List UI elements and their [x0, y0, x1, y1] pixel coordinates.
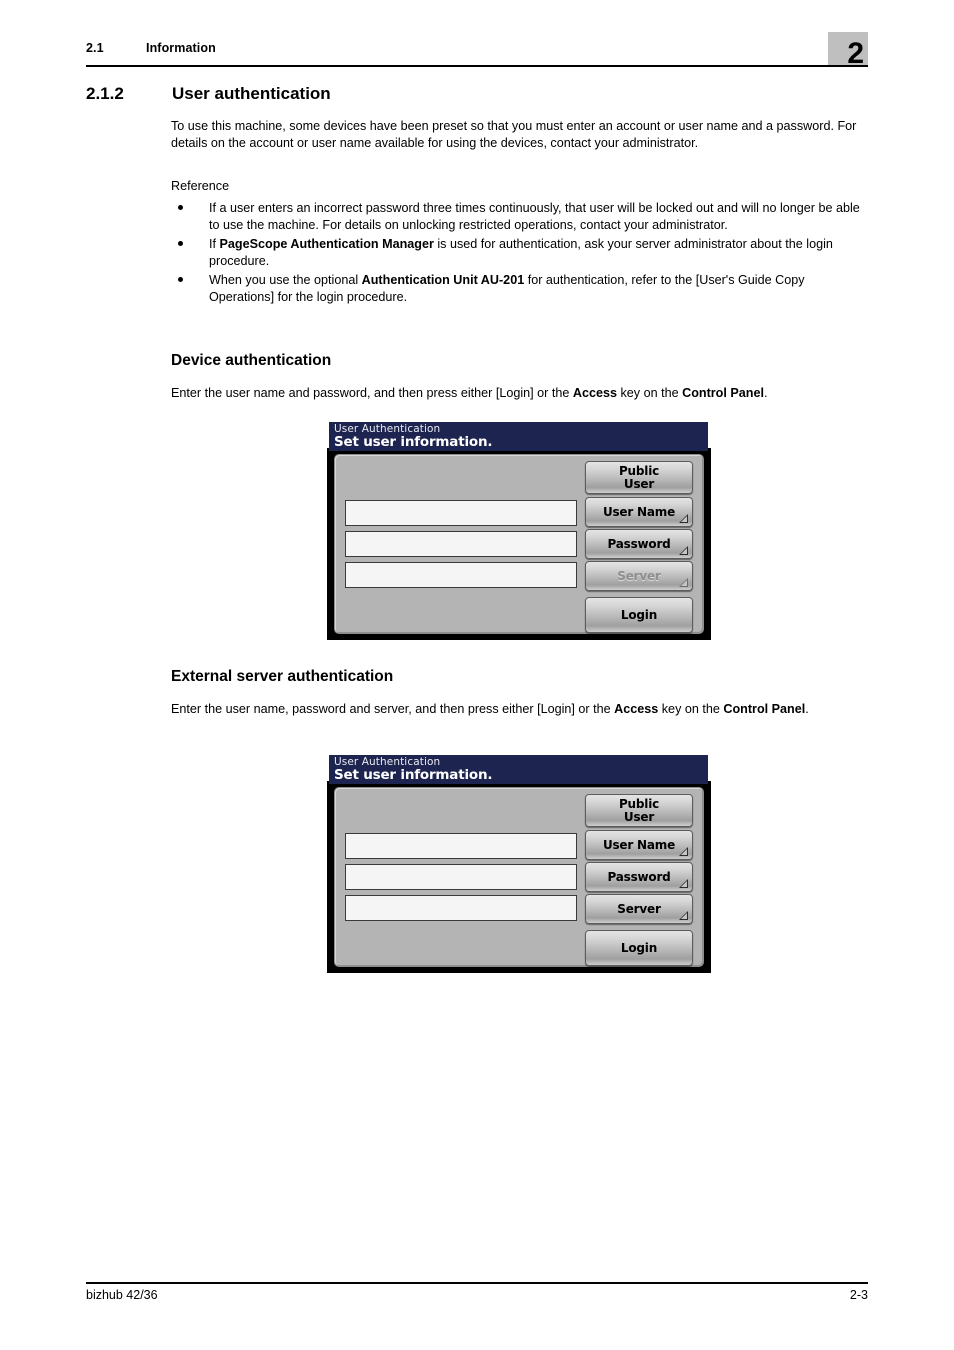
server-input[interactable]: [345, 562, 577, 588]
device-authentication-heading: Device authentication: [171, 352, 332, 369]
header-divider: [86, 65, 868, 67]
text-bold-control-panel: Control Panel: [723, 702, 806, 716]
user-name-label: User Name: [602, 504, 676, 519]
reference-label-block: Reference: [171, 178, 868, 195]
text-bold-control-panel: Control Panel: [682, 386, 764, 400]
text-pre: Enter the user name, password and server…: [171, 702, 615, 716]
lcd-title-big: Set user information.: [334, 767, 493, 783]
password-button[interactable]: Password: [585, 529, 693, 559]
bullet-dot-icon: [178, 205, 183, 210]
keyboard-triangle-icon: [679, 911, 688, 920]
server-label: Server: [617, 901, 661, 916]
device-authentication-paragraph: Enter the user name and password, and th…: [171, 385, 868, 402]
password-label: Password: [607, 869, 671, 884]
keyboard-triangle-icon: [679, 546, 688, 555]
header-section-title: Information: [146, 41, 216, 55]
keyboard-triangle-icon: [679, 514, 688, 523]
user-name-label: User Name: [602, 837, 676, 852]
password-input[interactable]: [345, 531, 577, 557]
footer-page-number: 2-3: [849, 1288, 868, 1302]
list-item: When you use the optional Authentication…: [171, 272, 868, 305]
login-button[interactable]: Login: [585, 597, 693, 633]
public-user-button[interactable]: Public User: [585, 461, 693, 494]
user-name-input[interactable]: [345, 833, 577, 859]
text-post: .: [805, 702, 809, 716]
external-server-authentication-paragraph: Enter the user name, password and server…: [171, 701, 868, 718]
lcd-field-group: [345, 796, 577, 958]
lcd-title-bar: User Authentication Set user information…: [329, 755, 708, 784]
lcd-button-group: Public User User Name Password Server Lo…: [585, 794, 697, 966]
list-item: If PageScope Authentication Manager is u…: [171, 236, 868, 269]
login-label: Login: [620, 607, 658, 622]
text-mid: key on the: [658, 702, 724, 716]
external-server-authentication-text-block: Enter the user name, password and server…: [171, 701, 868, 718]
text-bold-access: Access: [572, 386, 617, 400]
public-user-label-line1: Public: [618, 463, 660, 478]
page-title: 2.1.2 User authentication: [86, 84, 868, 110]
footer-product-name: bizhub 42/36: [86, 1288, 158, 1302]
bullet-dot-icon: [178, 277, 183, 283]
section-number: 2.1.2: [86, 84, 124, 103]
password-input[interactable]: [345, 864, 577, 890]
section-title: User authentication: [172, 84, 331, 103]
server-input[interactable]: [345, 895, 577, 921]
intro-paragraph: To use this machine, some devices have b…: [171, 119, 857, 150]
keyboard-triangle-icon: [679, 879, 688, 888]
lcd-title-big: Set user information.: [334, 434, 493, 450]
list-item-text-pre: When you use the optional: [209, 273, 362, 288]
bullet-dot-icon: [178, 241, 183, 247]
server-button: Server: [585, 561, 693, 591]
device-authentication-text-block: Enter the user name and password, and th…: [171, 385, 868, 402]
public-user-label-line2: User: [623, 809, 655, 824]
user-name-button[interactable]: User Name: [585, 830, 693, 860]
public-user-label-line1: Public: [618, 796, 660, 811]
device-authentication-screenshot: User Authentication Set user information…: [327, 422, 711, 640]
lcd-screen-body: Public User User Name Password Server Lo…: [334, 787, 704, 967]
external-server-authentication-heading: External server authentication: [171, 668, 394, 685]
list-item-text-pre: If: [209, 237, 220, 252]
reference-label: Reference: [171, 179, 230, 193]
password-button[interactable]: Password: [585, 862, 693, 892]
lcd-field-group: [345, 463, 577, 625]
list-item-text-bold: Authentication Unit AU-201: [361, 273, 525, 288]
document-page: 2.1 Information 2 2.1.2 User authenticat…: [0, 0, 954, 1350]
server-button[interactable]: Server: [585, 894, 693, 924]
public-user-button[interactable]: Public User: [585, 794, 693, 827]
lcd-title-bar: User Authentication Set user information…: [329, 422, 708, 451]
login-button[interactable]: Login: [585, 930, 693, 966]
intro-block: To use this machine, some devices have b…: [171, 118, 868, 151]
chapter-tab: 2: [828, 32, 868, 69]
header-section-number: 2.1: [86, 41, 104, 55]
list-item: If a user enters an incorrect password t…: [171, 200, 868, 233]
user-name-input[interactable]: [345, 500, 577, 526]
keyboard-triangle-icon: [679, 847, 688, 856]
public-user-label-line2: User: [623, 476, 655, 491]
user-name-button[interactable]: User Name: [585, 497, 693, 527]
password-label: Password: [607, 536, 671, 551]
lcd-button-group: Public User User Name Password Server Lo…: [585, 461, 697, 633]
reference-bullet-list: If a user enters an incorrect password t…: [171, 200, 868, 309]
keyboard-triangle-icon: [679, 578, 688, 587]
text-pre: Enter the user name and password, and th…: [171, 386, 573, 400]
footer-divider: [86, 1282, 868, 1284]
text-bold-access: Access: [614, 702, 659, 716]
login-label: Login: [620, 940, 658, 955]
server-label: Server: [617, 568, 661, 583]
list-item-text-pre: If a user enters an incorrect password t…: [209, 201, 860, 232]
lcd-screen-body: Public User User Name Password Server Lo…: [334, 454, 704, 634]
text-mid: key on the: [616, 386, 683, 400]
external-server-authentication-screenshot: User Authentication Set user information…: [327, 755, 711, 973]
text-post: .: [763, 386, 768, 400]
list-item-text-bold: PageScope Authentication Manager: [219, 237, 434, 252]
